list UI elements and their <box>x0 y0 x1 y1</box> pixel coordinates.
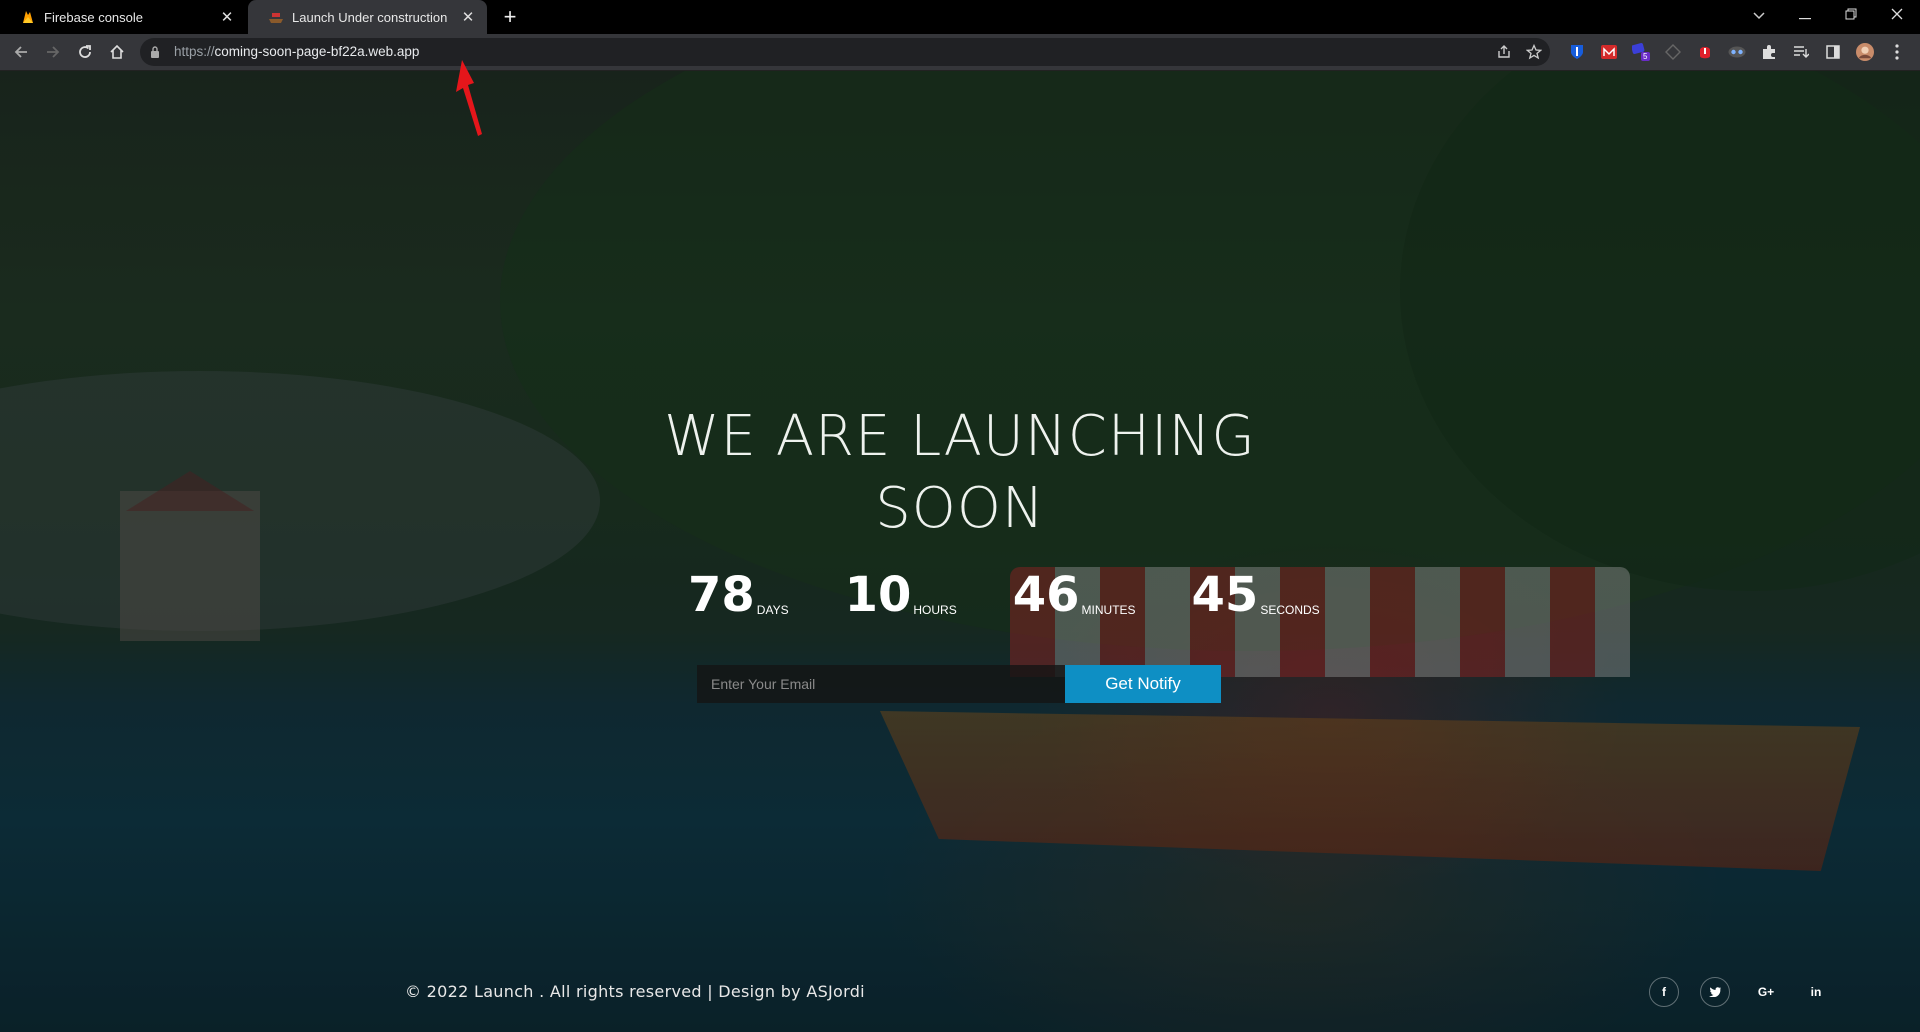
side-panel-icon[interactable] <box>1824 43 1842 61</box>
close-window-icon[interactable] <box>1877 4 1917 26</box>
headline-line-2: SOON <box>875 476 1045 541</box>
extension-red-hand-icon[interactable] <box>1696 43 1714 61</box>
notify-form: Get Notify <box>697 665 1221 703</box>
countdown-value: 46 <box>1012 567 1080 623</box>
tab-launch-under-construction[interactable]: Launch Under construction ✕ <box>248 0 487 34</box>
countdown-seconds: 45 SECONDS <box>1192 571 1320 619</box>
tab-title: Launch Under construction <box>292 9 448 25</box>
forward-icon[interactable] <box>42 41 64 63</box>
email-input[interactable] <box>697 665 1065 703</box>
countdown-value: 10 <box>844 567 912 623</box>
headline-line-1: WE ARE LAUNCHING <box>664 404 1256 469</box>
tab-strip: Firebase console ✕ Launch Under construc… <box>0 0 1920 34</box>
countdown-value: 45 <box>1191 567 1259 623</box>
twitter-icon[interactable] <box>1700 977 1730 1007</box>
share-icon[interactable] <box>1496 44 1512 60</box>
get-notify-button[interactable]: Get Notify <box>1065 665 1221 703</box>
google-plus-icon[interactable]: G+ <box>1751 977 1781 1007</box>
home-icon[interactable] <box>106 41 128 63</box>
facebook-icon[interactable]: f <box>1649 977 1679 1007</box>
countdown: 78 DAYS 10 HOURS 46 MINUTES 45 SECONDS <box>688 571 1320 619</box>
countdown-label: MINUTES <box>1081 603 1136 617</box>
extension-red-m-icon[interactable] <box>1600 43 1618 61</box>
extensions-puzzle-icon[interactable] <box>1760 43 1778 61</box>
firebase-flame-icon <box>23 11 33 23</box>
close-tab-icon[interactable]: ✕ <box>459 8 477 26</box>
browser-window: Firebase console ✕ Launch Under construc… <box>0 0 1920 1032</box>
extension-mask-icon[interactable] <box>1728 43 1746 61</box>
boat-icon <box>269 13 283 23</box>
countdown-minutes: 46 MINUTES <box>1013 571 1136 619</box>
annotation-arrow-icon <box>456 60 482 136</box>
address-bar[interactable]: https://coming-soon-page-bf22a.web.app <box>140 38 1550 66</box>
new-tab-button[interactable]: + <box>498 5 522 29</box>
countdown-value: 78 <box>688 567 755 623</box>
reading-list-icon[interactable] <box>1792 43 1810 61</box>
extension-badge-count: 5 <box>1643 52 1648 61</box>
profile-avatar[interactable] <box>1856 43 1874 61</box>
back-icon[interactable] <box>10 41 32 63</box>
close-tab-icon[interactable]: ✕ <box>218 8 236 26</box>
countdown-label: SECONDS <box>1260 603 1320 617</box>
browser-menu-icon[interactable] <box>1888 43 1906 61</box>
tab-title: Firebase console <box>44 9 143 25</box>
linkedin-icon[interactable]: in <box>1801 977 1831 1007</box>
reload-icon[interactable] <box>74 41 96 63</box>
countdown-label: HOURS <box>913 603 957 617</box>
tab-search-chevron-icon[interactable] <box>1739 4 1779 26</box>
extension-grey-icon[interactable] <box>1664 43 1682 61</box>
restore-icon[interactable] <box>1831 4 1871 26</box>
bitwarden-icon[interactable] <box>1568 43 1586 61</box>
dark-overlay <box>0 71 1920 1032</box>
extension-purple-badge-icon[interactable]: 5 <box>1632 43 1650 61</box>
tab-firebase-console[interactable]: Firebase console ✕ <box>0 0 246 34</box>
url-text: https://coming-soon-page-bf22a.web.app <box>174 44 420 59</box>
footer-copyright: © 2022 Launch . All rights reserved | De… <box>405 982 865 1001</box>
lock-icon[interactable] <box>150 46 160 58</box>
bookmark-star-icon[interactable] <box>1526 44 1542 60</box>
browser-toolbar: https://coming-soon-page-bf22a.web.app 5 <box>0 34 1920 71</box>
minimize-icon[interactable] <box>1785 4 1825 26</box>
coming-soon-page: WE ARE LAUNCHING SOON 78 DAYS 10 HOURS 4… <box>0 71 1920 1032</box>
countdown-days: 78 DAYS <box>688 571 789 619</box>
countdown-label: DAYS <box>756 603 789 617</box>
countdown-hours: 10 HOURS <box>845 571 957 619</box>
